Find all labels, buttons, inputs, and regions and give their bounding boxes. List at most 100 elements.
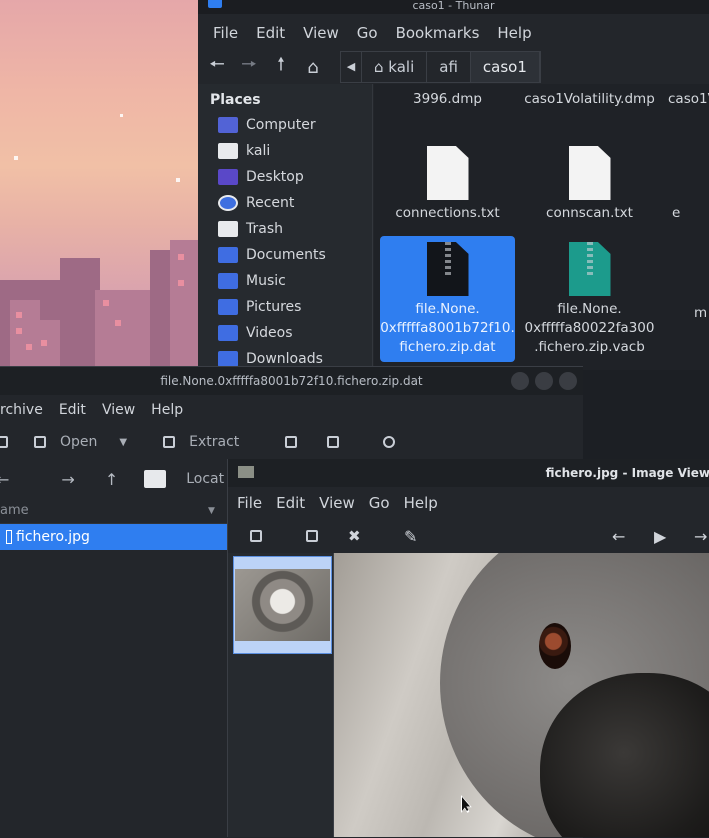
file-item[interactable]: caso1V [664,90,709,109]
image-thumbnail-icon [238,466,254,478]
menu-go[interactable]: Go [362,494,397,512]
delete-icon[interactable]: ✖ [348,527,361,545]
up-arrow-icon[interactable]: ↑ [105,470,118,489]
back-arrow-icon[interactable]: 🠔 [206,54,228,78]
menu-view[interactable]: View [294,24,348,42]
file-item[interactable]: e [664,204,709,223]
file-item[interactable]: connscan.txt [522,146,657,223]
extract-button[interactable]: Extract [163,434,239,450]
place-label: Music [246,273,286,289]
file-item[interactable]: m [664,304,709,323]
archive-titlebar: file.None.0xfffffa8001b72f10.fichero.zip… [0,367,583,395]
place-label: Documents [246,247,326,263]
downloads-folder-icon [218,351,238,367]
previous-arrow-icon[interactable]: ← [612,527,625,546]
file-name: connscan.txt [546,205,633,221]
menu-help[interactable]: Help [143,402,191,418]
archive-toolbar: Open ▼ Extract [0,425,583,459]
file-name-line: fichero.zip.dat [399,339,496,355]
place-label: Videos [246,325,293,341]
menu-view[interactable]: View [94,402,143,418]
crumb-kali[interactable]: ⌂ kali [362,52,428,82]
file-name-line: file.None. [415,301,480,317]
row-filename: fichero.jpg [16,529,90,545]
minimize-button[interactable] [511,372,529,390]
file-icon [6,530,12,544]
file-name: caso1V [668,91,709,107]
crumb-afi[interactable]: afi [427,52,471,82]
place-trash[interactable]: Trash [198,216,372,242]
place-music[interactable]: Music [198,268,372,294]
desktop-wallpaper [0,0,200,370]
clock-icon [218,195,238,211]
menu-file[interactable]: File [230,494,269,512]
menu-edit[interactable]: Edit [269,494,312,512]
place-documents[interactable]: Documents [198,242,372,268]
back-arrow-icon[interactable]: ← [0,470,9,489]
stop-icon[interactable] [383,436,396,448]
file-item[interactable]: caso1Volatility.dmp [522,90,657,109]
menu-edit[interactable]: Edit [51,402,94,418]
close-button[interactable] [559,372,577,390]
menu-edit[interactable]: Edit [247,24,294,42]
forward-arrow-icon[interactable]: → [61,470,74,489]
file-item[interactable]: connections.txt [380,146,515,223]
place-recent[interactable]: Recent [198,190,372,216]
path-scroll-left-icon[interactable]: ◀ [341,52,362,82]
file-name-line: file.None. [557,301,622,317]
music-folder-icon [218,273,238,289]
folder-icon[interactable] [144,470,167,488]
thunar-menubar: File Edit View Go Bookmarks Help [198,14,709,52]
up-arrow-icon[interactable]: 🠕 [270,54,292,78]
thumbnail-selected[interactable] [233,556,332,654]
thunar-toolbar: 🠔 🠖 🠕 ⌂ ◀ ⌂ kali afi caso1 [198,51,709,83]
place-label: Desktop [246,169,304,185]
file-name-line: .fichero.zip.vacb [534,339,645,355]
menu-archive[interactable]: rchive [0,402,51,418]
add-files-icon[interactable] [285,436,298,448]
file-name-line: 0xfffffa8001b72f10. [380,320,515,336]
crumb-caso1[interactable]: caso1 [470,52,540,82]
archive-file-row[interactable]: fichero.jpg [0,524,227,550]
extract-icon [163,436,176,448]
add-folder-icon[interactable] [327,436,340,448]
save-icon[interactable] [306,530,318,542]
archive-file-icon [568,242,611,296]
viewer-titlebar: fichero.jpg - Image View [228,459,709,487]
trash-icon [218,221,238,237]
thunar-app-icon [208,0,222,8]
thunar-window: caso1 - Thunar File Edit View Go Bookmar… [198,0,709,370]
file-item[interactable]: file.None. 0xfffffa80022fa300 .fichero.z… [522,242,657,357]
videos-folder-icon [218,325,238,341]
text-file-icon [426,146,469,200]
edit-pencil-icon[interactable]: ✎ [404,527,417,546]
place-pictures[interactable]: Pictures [198,294,372,320]
menu-view[interactable]: View [312,494,362,512]
place-computer[interactable]: Computer [198,112,372,138]
new-archive-icon[interactable] [0,436,8,448]
forward-arrow-icon[interactable]: 🠖 [238,54,260,78]
star [176,178,180,182]
place-kali[interactable]: kali [198,138,372,164]
menu-file[interactable]: File [204,24,247,42]
menu-help[interactable]: Help [488,24,540,42]
open-image-icon[interactable] [250,530,262,542]
place-videos[interactable]: Videos [198,320,372,346]
next-arrow-icon[interactable]: → [694,527,707,546]
maximize-button[interactable] [535,372,553,390]
file-item-selected[interactable]: file.None. 0xfffffa8001b72f10. fichero.z… [380,236,515,362]
file-item[interactable]: 3996.dmp [380,90,515,109]
chevron-down-icon[interactable]: ▼ [119,437,127,448]
menu-go[interactable]: Go [348,24,387,42]
place-desktop[interactable]: Desktop [198,164,372,190]
home-icon[interactable]: ⌂ [302,56,324,78]
place-label: Downloads [246,351,323,367]
menu-help[interactable]: Help [397,494,445,512]
file-name: 3996.dmp [413,91,482,107]
play-icon[interactable]: ▶ [654,527,666,546]
building [170,240,200,370]
pictures-folder-icon [218,299,238,315]
menu-bookmarks[interactable]: Bookmarks [387,24,489,42]
computer-icon [218,117,238,133]
open-button[interactable]: Open ▼ [34,434,127,450]
